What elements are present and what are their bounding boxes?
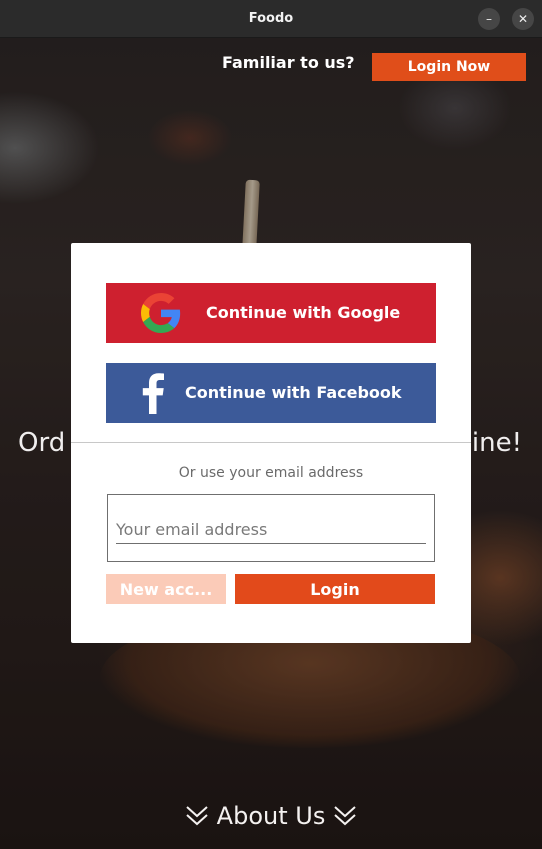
email-input[interactable] [116,515,426,544]
app-window: Foodo – ✕ Familiar to us? Login Now Ord … [0,0,542,849]
dialog-divider [71,442,471,443]
login-now-button[interactable]: Login Now [372,53,526,81]
minimize-icon: – [486,12,492,26]
hero-headline-left: Ord [18,428,66,458]
continue-with-facebook-button[interactable]: Continue with Facebook [106,363,436,423]
google-icon [141,293,181,337]
about-us-link[interactable]: About Us [0,802,542,830]
google-button-label: Continue with Google [206,303,401,322]
new-account-button[interactable]: New acc... [106,574,226,604]
facebook-icon [136,372,170,418]
login-dialog: Continue with Google Continue with Faceb… [71,243,471,643]
title-bar: Foodo – ✕ [0,0,542,38]
login-button[interactable]: Login [235,574,435,604]
facebook-button-label: Continue with Facebook [185,383,402,402]
familiar-prompt: Familiar to us? [222,53,355,72]
continue-with-google-button[interactable]: Continue with Google [106,283,436,343]
minimize-button[interactable]: – [478,8,500,30]
or-email-text: Or use your email address [178,465,364,481]
hero-headline-right: ine! [471,428,522,458]
double-chevron-down-icon [334,806,356,826]
window-title: Foodo [248,11,294,26]
email-field-container [107,494,435,562]
double-chevron-down-icon [186,806,208,826]
about-us-label: About Us [216,802,326,830]
close-icon: ✕ [517,12,529,26]
close-button[interactable]: ✕ [512,8,534,30]
